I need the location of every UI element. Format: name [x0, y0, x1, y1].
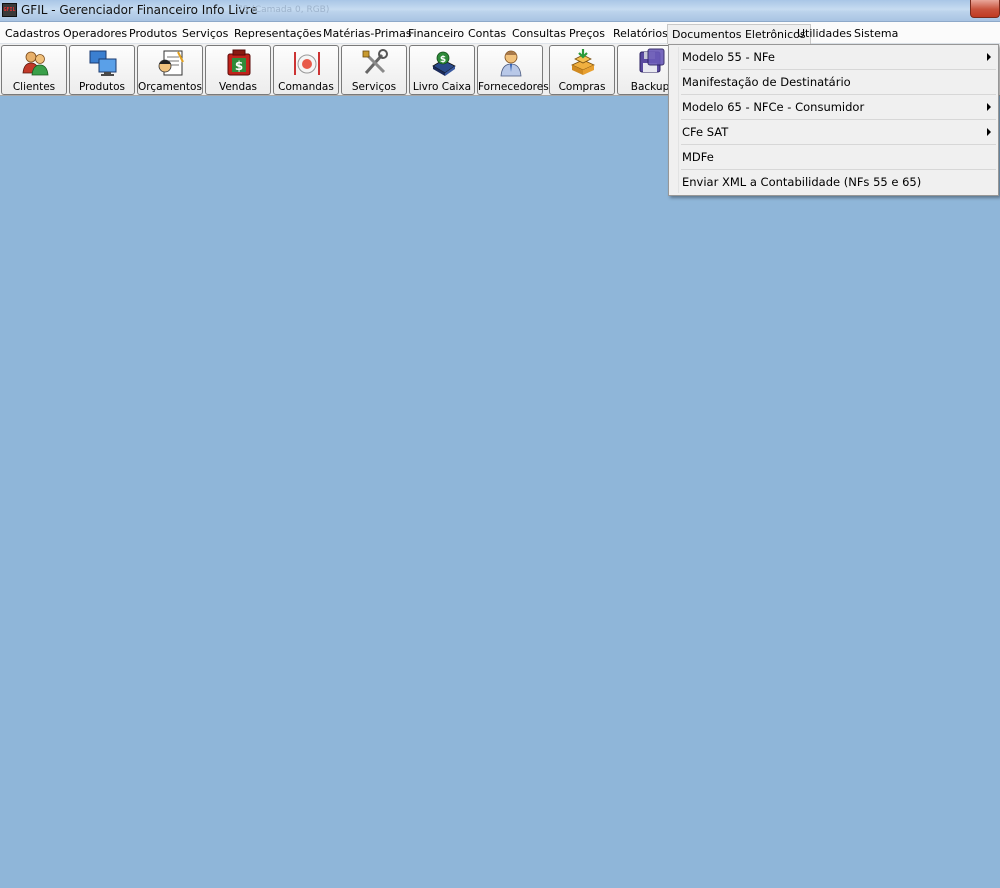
close-button[interactable] — [970, 0, 1000, 18]
menu-servicos[interactable]: Serviços — [182, 25, 228, 42]
menu-produtos[interactable]: Produtos — [129, 25, 177, 42]
svg-text:$: $ — [235, 59, 243, 73]
menu-sistema[interactable]: Sistema — [854, 25, 898, 42]
ledger-icon: $ — [432, 51, 456, 76]
servicos-button[interactable]: Serviços — [341, 45, 407, 95]
menu-bar: Cadastros Operadores Produtos Serviços R… — [0, 22, 1000, 44]
compras-label: Compras — [558, 81, 606, 93]
orcamentos-button[interactable]: Orçamentos — [137, 45, 203, 95]
comandas-button[interactable]: Comandas — [273, 45, 339, 95]
users-icon — [22, 51, 49, 76]
menu-item-modelo-55-nfe[interactable]: Modelo 55 - NFe — [671, 45, 996, 69]
window-title: GFIL - Gerenciador Financeiro Info Livre — [21, 3, 258, 17]
menu-item-label: Modelo 55 - NFe — [682, 50, 775, 64]
produtos-button[interactable]: Produtos — [69, 45, 135, 95]
person-icon — [500, 50, 522, 77]
menu-financeiro[interactable]: Financeiro — [408, 25, 464, 42]
livro-caixa-label: Livro Caixa — [412, 81, 472, 93]
menu-relatorios[interactable]: Relatórios — [613, 25, 668, 42]
clientes-label: Clientes — [12, 81, 56, 93]
menu-materias-primas[interactable]: Matérias-Primas — [323, 25, 412, 42]
menu-consultas[interactable]: Consultas — [512, 25, 566, 42]
menu-utilidades[interactable]: Utilidades — [797, 25, 852, 42]
comandas-label: Comandas — [278, 81, 334, 93]
monitors-icon — [89, 50, 117, 76]
servicos-label: Serviços — [351, 81, 397, 93]
produtos-label: Produtos — [79, 81, 125, 93]
menu-item-manifestacao-destinatario[interactable]: Manifestação de Destinatário — [671, 70, 996, 94]
menu-item-label: Manifestação de Destinatário — [682, 75, 851, 89]
submenu-arrow-icon — [987, 53, 991, 61]
menu-precos[interactable]: Preços — [569, 25, 605, 42]
menu-contas[interactable]: Contas — [468, 25, 506, 42]
money-bag-icon: $ — [227, 49, 251, 76]
menu-documentos-eletronicos[interactable]: Documentos Eletrônicos — [667, 24, 811, 44]
boxes-icon — [571, 49, 595, 75]
vendas-button[interactable]: $ Vendas — [205, 45, 271, 95]
plate-icon — [294, 52, 320, 75]
vendas-label: Vendas — [218, 81, 258, 93]
menu-operadores[interactable]: Operadores — [63, 25, 127, 42]
tools-icon — [362, 49, 388, 74]
app-icon[interactable]: GFIL — [2, 3, 17, 17]
svg-text:$: $ — [440, 55, 446, 65]
background-window-title: 75 (Camada 0, RGB) — [237, 5, 330, 15]
fornecedores-label: Fornecedores — [478, 81, 549, 93]
floppy-icon — [639, 48, 665, 73]
notepad-icon — [158, 50, 184, 76]
livro-caixa-button[interactable]: $ Livro Caixa — [409, 45, 475, 95]
clientes-button[interactable]: Clientes — [1, 45, 67, 95]
menu-representacoes[interactable]: Representações — [234, 25, 322, 42]
fornecedores-button[interactable]: Fornecedores — [477, 45, 549, 95]
title-bar: GFIL GFIL - Gerenciador Financeiro Info … — [0, 0, 1000, 22]
menu-cadastros[interactable]: Cadastros — [5, 25, 60, 42]
app-icon-text: GFIL — [3, 7, 16, 13]
compras-button[interactable]: Compras — [549, 45, 615, 95]
workspace-area — [0, 97, 1000, 888]
orcamentos-label: Orçamentos — [138, 81, 202, 93]
